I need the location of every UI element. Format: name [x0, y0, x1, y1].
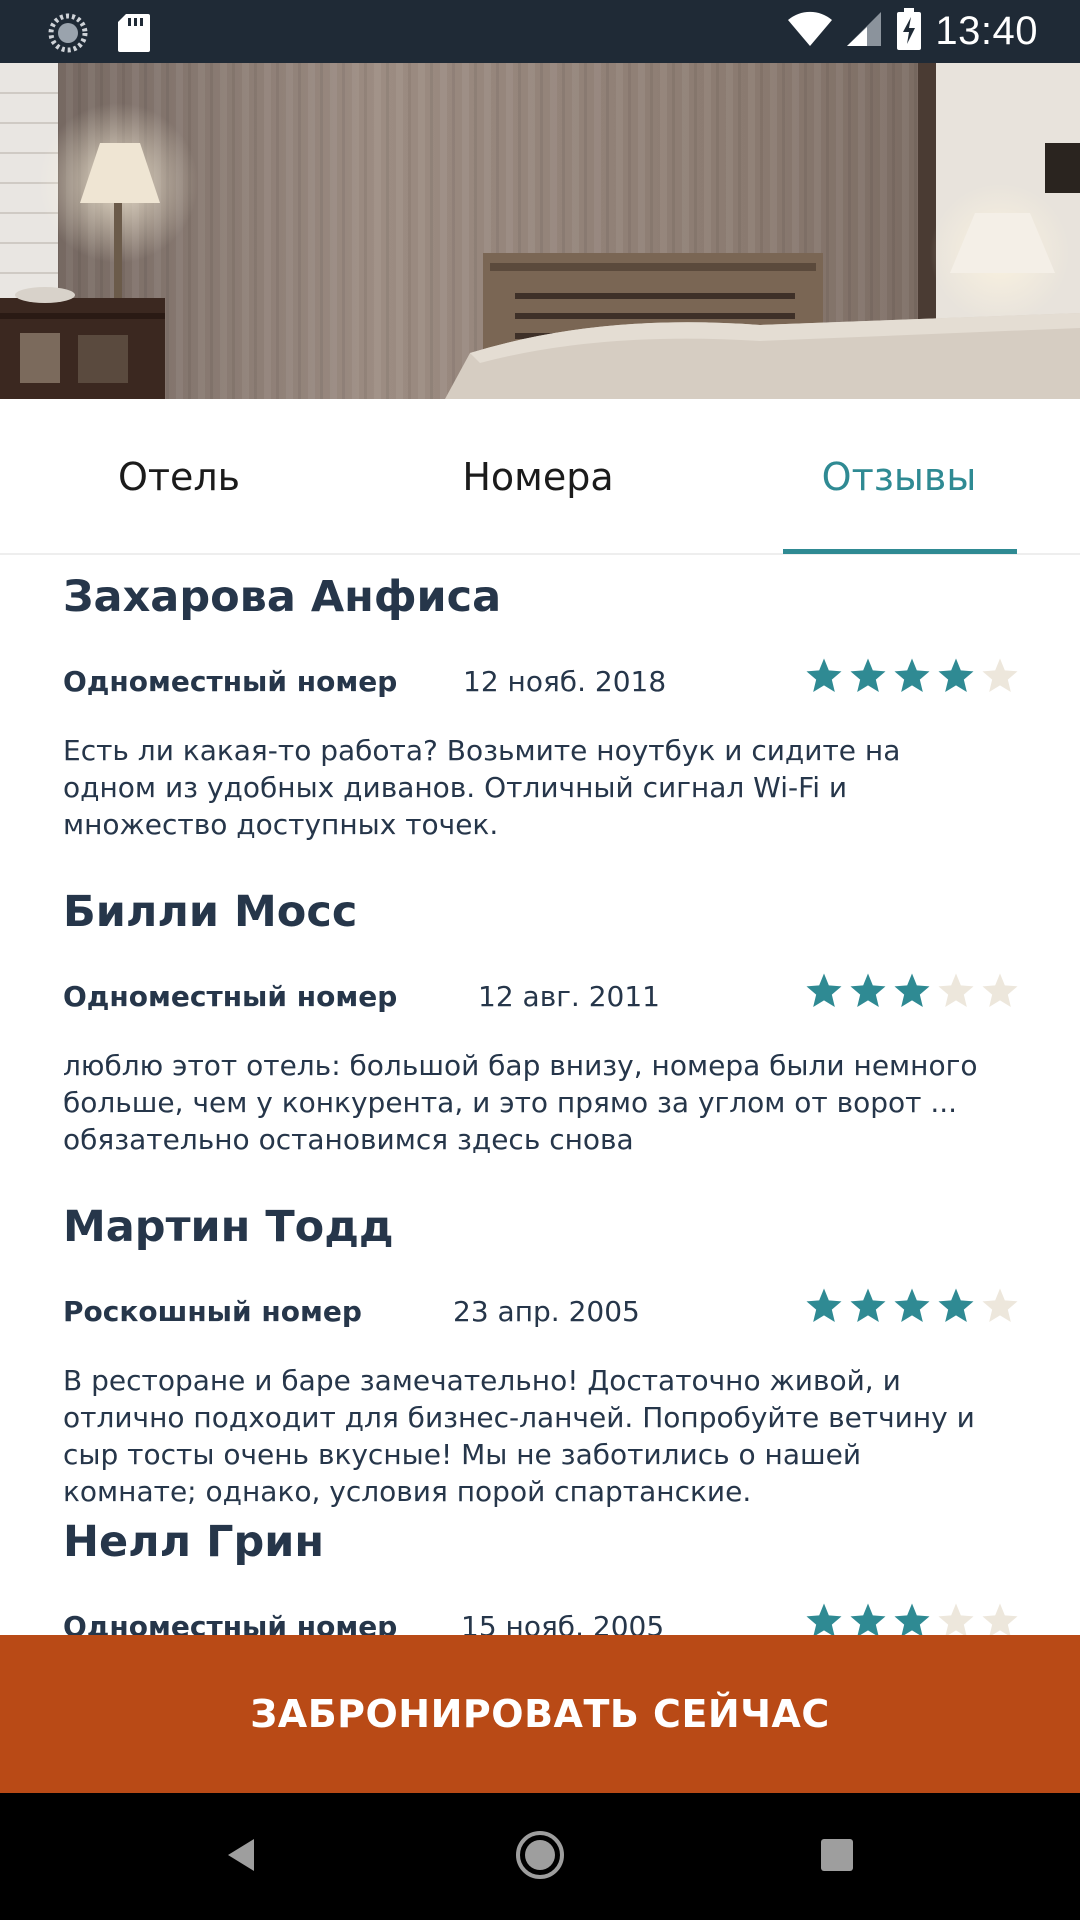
star-filled-icon [938, 658, 974, 692]
book-now-label: ЗАБРОНИРОВАТЬ СЕЙЧАС [250, 1692, 830, 1736]
review-text: Есть ли какая-то работа? Возьмите ноутбу… [63, 734, 901, 841]
star-filled-icon [806, 658, 842, 692]
review-date: 12 авг. 2011 [478, 980, 660, 1013]
star-empty-icon [982, 658, 1018, 692]
room-type: Одноместный номер [63, 980, 398, 1013]
sync-icon [48, 13, 88, 58]
cell-signal-icon [847, 10, 883, 53]
star-empty-icon [938, 973, 974, 1007]
navigation-bar [0, 1793, 1080, 1920]
reviewer-name: Захарова Анфиса [63, 572, 502, 622]
tab-reviews[interactable]: Отзывы [718, 399, 1080, 555]
home-icon[interactable] [508, 1823, 572, 1887]
sd-card-icon [118, 14, 150, 57]
star-filled-icon [850, 1288, 886, 1322]
reviews-list[interactable]: Захарова Анфиса Одноместный номер 12 ноя… [0, 557, 1080, 1635]
star-filled-icon [894, 1288, 930, 1322]
status-bar: 13:40 [0, 0, 1080, 63]
active-tab-indicator [783, 549, 1017, 554]
review-text: люблю этот отель: большой бар внизу, ном… [63, 1049, 978, 1156]
star-filled-icon [806, 1603, 842, 1635]
review-item: Билли Мосс Одноместный номер 12 авг. 201… [63, 887, 1023, 1187]
review-date: 15 нояб. 2005 [461, 1610, 665, 1635]
star-empty-icon [982, 1288, 1018, 1322]
review-item: Нелл Грин Одноместный номер 15 нояб. 200… [63, 1517, 1023, 1635]
hotel-room-photo [0, 63, 1080, 399]
review-item: Захарова Анфиса Одноместный номер 12 ноя… [63, 572, 1023, 872]
room-type: Одноместный номер [63, 1610, 398, 1635]
star-rating [804, 1601, 1020, 1635]
star-empty-icon [938, 1603, 974, 1635]
star-rating [804, 1286, 1020, 1326]
star-filled-icon [850, 973, 886, 1007]
recents-icon[interactable] [805, 1823, 869, 1887]
room-type: Роскошный номер [63, 1295, 362, 1328]
star-filled-icon [850, 1603, 886, 1635]
review-date: 23 апр. 2005 [453, 1295, 640, 1328]
star-rating [804, 656, 1020, 696]
star-filled-icon [938, 1288, 974, 1322]
tab-rooms[interactable]: Номера [358, 399, 718, 555]
star-filled-icon [894, 1603, 930, 1635]
reviewer-name: Мартин Тодд [63, 1202, 394, 1252]
star-rating [804, 971, 1020, 1011]
star-empty-icon [982, 973, 1018, 1007]
tab-hotel[interactable]: Отель [0, 399, 358, 555]
star-filled-icon [894, 658, 930, 692]
room-type: Одноместный номер [63, 665, 398, 698]
star-filled-icon [894, 973, 930, 1007]
reviewer-name: Нелл Грин [63, 1517, 325, 1567]
status-time: 13:40 [935, 9, 1038, 53]
review-item: Мартин Тодд Роскошный номер 23 апр. 2005… [63, 1202, 1023, 1522]
star-filled-icon [806, 1288, 842, 1322]
back-icon[interactable] [210, 1823, 274, 1887]
review-date: 12 нояб. 2018 [463, 665, 667, 698]
star-filled-icon [850, 658, 886, 692]
star-empty-icon [982, 1603, 1018, 1635]
book-now-button[interactable]: ЗАБРОНИРОВАТЬ СЕЙЧАС [0, 1635, 1080, 1793]
wifi-icon [787, 10, 833, 53]
review-text: В ресторане и баре замечательно! Достато… [63, 1364, 975, 1508]
reviewer-name: Билли Мосс [63, 887, 358, 937]
tab-bar: Отель Номера Отзывы [0, 399, 1080, 555]
battery-charging-icon [897, 8, 922, 55]
star-filled-icon [806, 973, 842, 1007]
